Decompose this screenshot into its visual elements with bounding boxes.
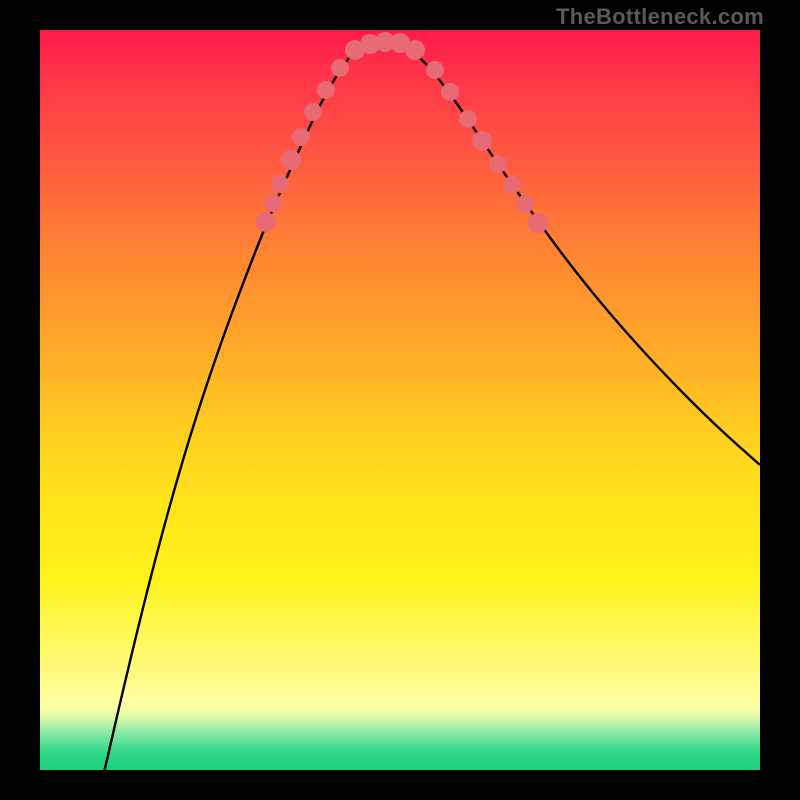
data-point [426, 61, 444, 79]
data-point [304, 103, 322, 121]
data-point [264, 194, 282, 212]
plot-area [40, 30, 760, 770]
data-point [292, 128, 310, 146]
data-point [281, 150, 301, 170]
data-point [256, 212, 276, 232]
data-point [317, 81, 335, 99]
data-point [489, 155, 507, 173]
data-point [503, 176, 521, 194]
data-point [459, 110, 477, 128]
data-point [516, 195, 534, 213]
curve-line [100, 41, 760, 771]
watermark-text: TheBottleneck.com [556, 4, 764, 30]
chart-container: TheBottleneck.com [0, 0, 800, 800]
data-point [405, 40, 425, 60]
bottleneck-curve [100, 41, 760, 771]
data-point [331, 59, 349, 77]
data-markers [256, 32, 548, 233]
data-point [271, 175, 289, 193]
data-point [472, 131, 492, 151]
data-point [528, 213, 548, 233]
data-point [441, 83, 459, 101]
curve-svg [40, 30, 760, 770]
